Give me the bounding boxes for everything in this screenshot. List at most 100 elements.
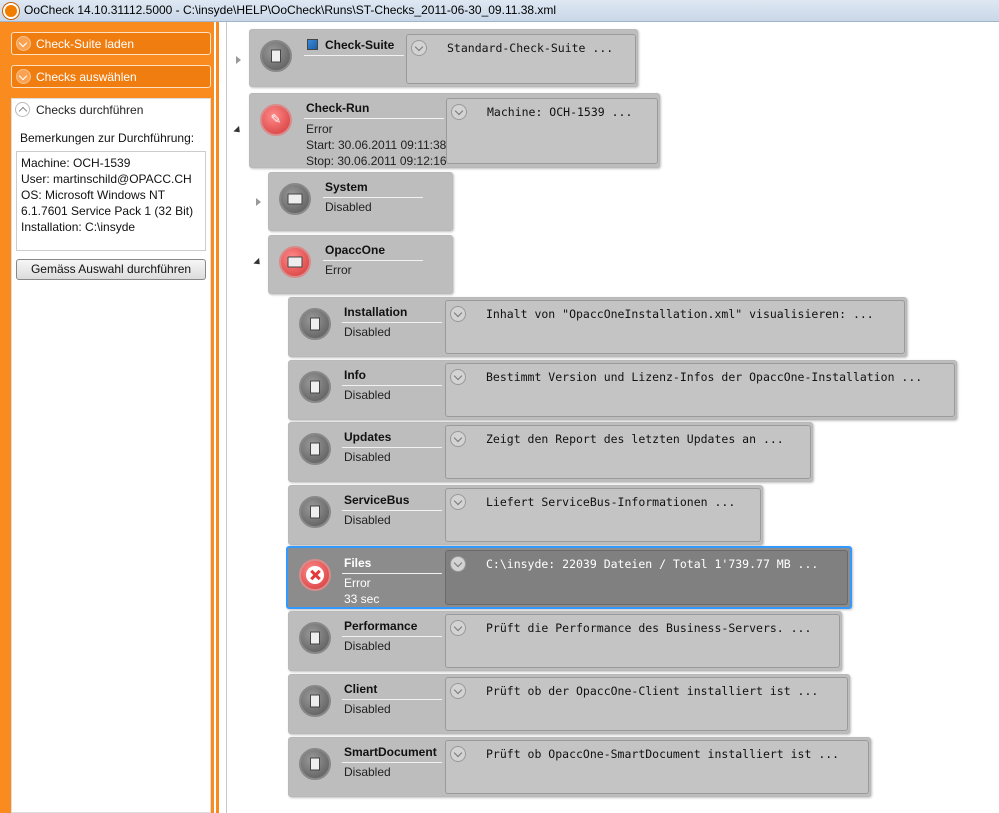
app-logo-icon (3, 3, 19, 19)
chevron-down-icon (450, 683, 466, 699)
chevron-down-icon (16, 69, 31, 84)
node-status: Disabled (344, 765, 391, 779)
node-description[interactable]: Prüft ob der OpaccOne-Client installiert… (445, 677, 848, 731)
accordion-label: Checks durchführen (36, 103, 144, 117)
remarks-line: Installation: C:\insyde (21, 220, 136, 234)
document-icon (299, 622, 331, 654)
accordion-label: Checks auswählen (36, 70, 137, 84)
document-icon (299, 496, 331, 528)
chevron-down-icon (450, 494, 466, 510)
expand-arrow-icon[interactable] (236, 56, 241, 64)
remarks-line: 6.1.7601 Service Pack 1 (32 Bit) (21, 204, 194, 218)
node-description[interactable]: Zeigt den Report des letzten Updates an … (445, 425, 811, 479)
remarks-line: User: martinschild@OPACC.CH (21, 172, 192, 186)
node-check-installation[interactable]: Installation Disabled Inhalt von "OpaccO… (288, 297, 907, 357)
chevron-down-icon (450, 620, 466, 636)
description-text: Inhalt von "OpaccOneInstallation.xml" vi… (486, 307, 874, 321)
folder-icon (279, 183, 311, 215)
document-icon (299, 748, 331, 780)
description-text: Prüft ob OpaccOne-SmartDocument installi… (486, 747, 840, 761)
window-title: OoCheck 14.10.31112.5000 - C:\insyde\HEL… (24, 3, 557, 17)
node-system[interactable]: System Disabled (268, 172, 453, 231)
run-selected-button[interactable]: Gemäss Auswahl durchführen (16, 259, 206, 280)
node-description[interactable]: Prüft die Performance des Business-Serve… (445, 614, 840, 668)
chevron-down-icon (450, 746, 466, 762)
remarks-line: Machine: OCH-1539 (21, 156, 131, 170)
node-name: Info (344, 368, 366, 382)
description-text: C:\insyde: 22039 Dateien / Total 1'739.7… (486, 557, 819, 571)
remarks-textarea[interactable]: Machine: OCH-1539 User: martinschild@OPA… (16, 151, 206, 251)
node-name: Files (344, 556, 372, 570)
node-status: Disabled (344, 702, 391, 716)
node-check-files[interactable]: Files Error 33 sec C:\insyde: 22039 Date… (286, 546, 852, 609)
node-check-run[interactable]: ✎ Check-Run Error Start: 30.06.2011 09:1… (249, 93, 660, 168)
node-name: OpaccOne (325, 243, 386, 257)
suite-status-icon (260, 40, 292, 72)
node-name: Updates (344, 430, 392, 444)
accordion-label: Check-Suite laden (36, 37, 135, 51)
description-text: Bestimmt Version und Lizenz-Infos der Op… (486, 370, 923, 384)
description-text: Machine: OCH-1539 ... (487, 105, 633, 119)
node-check-info[interactable]: Info Disabled Bestimmt Version und Lizen… (288, 360, 957, 420)
folder-error-icon (279, 246, 311, 278)
node-name: Client (344, 682, 378, 696)
chevron-down-icon (450, 556, 466, 572)
description-text: Liefert ServiceBus-Informationen ... (486, 495, 736, 509)
node-description[interactable]: Machine: OCH-1539 ... (446, 98, 658, 164)
node-duration: 33 sec (344, 592, 380, 606)
node-check-client[interactable]: Client Disabled Prüft ob der OpaccOne-Cl… (288, 674, 850, 734)
node-status: Disabled (344, 325, 391, 339)
node-status: Disabled (344, 639, 391, 653)
node-name: Check-Run (306, 101, 370, 115)
document-icon (299, 371, 331, 403)
chevron-down-icon (450, 306, 466, 322)
node-description[interactable]: Standard-Check-Suite ... (406, 34, 636, 84)
accordion-select-checks[interactable]: Checks auswählen (11, 65, 211, 88)
sidebar-splitter[interactable] (214, 22, 221, 813)
node-name: SmartDocument (344, 745, 437, 759)
node-opaccone[interactable]: OpaccOne Error (268, 235, 453, 294)
node-name: Check-Suite (325, 38, 395, 52)
node-status: Disabled (344, 513, 391, 527)
chevron-down-icon (451, 104, 467, 120)
accordion-run-checks[interactable]: Checks durchführen (12, 99, 210, 121)
node-status: Error (344, 576, 371, 590)
description-text: Prüft die Performance des Business-Serve… (486, 621, 812, 635)
node-status: Disabled (344, 450, 391, 464)
node-status: Error (306, 122, 333, 136)
run-start-time: Start: 30.06.2011 09:11:38 (306, 138, 447, 152)
chevron-up-icon (15, 102, 30, 117)
expand-arrow-icon[interactable] (256, 198, 261, 206)
description-text: Standard-Check-Suite ... (447, 41, 614, 55)
remarks-label: Bemerkungen zur Durchführung: (20, 131, 195, 145)
node-description[interactable]: Inhalt von "OpaccOneInstallation.xml" vi… (445, 300, 905, 354)
node-name: System (325, 180, 368, 194)
node-check-smartdocument[interactable]: SmartDocument Disabled Prüft ob OpaccOne… (288, 737, 871, 797)
node-check-servicebus[interactable]: ServiceBus Disabled Liefert ServiceBus-I… (288, 485, 763, 545)
node-description[interactable]: Liefert ServiceBus-Informationen ... (445, 488, 761, 542)
node-status: Error (325, 263, 352, 277)
node-description[interactable]: Bestimmt Version und Lizenz-Infos der Op… (445, 363, 955, 417)
title-bar: OoCheck 14.10.31112.5000 - C:\insyde\HEL… (0, 0, 999, 22)
node-description[interactable]: C:\insyde: 22039 Dateien / Total 1'739.7… (445, 550, 848, 605)
node-name: ServiceBus (344, 493, 410, 507)
suite-checkbox[interactable] (307, 39, 318, 50)
document-icon (299, 308, 331, 340)
node-description[interactable]: Prüft ob OpaccOne-SmartDocument installi… (445, 740, 869, 794)
run-checks-panel: Checks durchführen Bemerkungen zur Durch… (11, 98, 211, 813)
node-check-updates[interactable]: Updates Disabled Zeigt den Report des le… (288, 422, 813, 482)
chevron-down-icon (16, 36, 31, 51)
node-status: Disabled (325, 200, 372, 214)
node-name: Installation (344, 305, 408, 319)
node-check-performance[interactable]: Performance Disabled Prüft die Performan… (288, 611, 842, 671)
node-status: Disabled (344, 388, 391, 402)
document-icon (299, 433, 331, 465)
description-text: Prüft ob der OpaccOne-Client installiert… (486, 684, 819, 698)
document-icon (299, 685, 331, 717)
node-check-suite[interactable]: Check-Suite Standard-Check-Suite ... (249, 29, 638, 87)
error-x-icon (299, 559, 331, 591)
node-name: Performance (344, 619, 418, 633)
chevron-down-icon (411, 40, 427, 56)
accordion-load-suite[interactable]: Check-Suite laden (11, 32, 211, 55)
chevron-down-icon (450, 431, 466, 447)
